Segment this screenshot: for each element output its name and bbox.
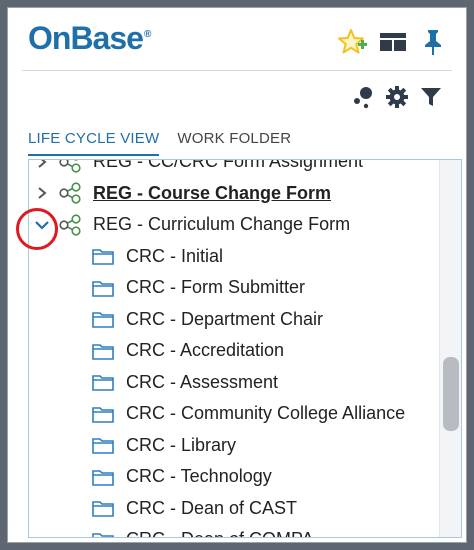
tree-row-queue[interactable]: CRC - Form Submitter xyxy=(29,272,437,304)
onbase-panel: OnBase® LIFE CYCLE VIEW WORK FOLDER REG … xyxy=(7,7,467,543)
tab-life-cycle-view[interactable]: LIFE CYCLE VIEW xyxy=(28,124,160,156)
tree-row-queue[interactable]: CRC - Library xyxy=(29,430,437,462)
header-icon-group xyxy=(338,28,448,56)
tree-row-queue[interactable]: CRC - Technology xyxy=(29,461,437,493)
folder-icon xyxy=(91,246,115,266)
tree-row-lifecycle[interactable]: REG - Curriculum Change Form xyxy=(29,209,437,241)
tab-work-folder[interactable]: WORK FOLDER xyxy=(177,124,291,156)
tree-row-label: CRC - Assessment xyxy=(126,371,279,392)
chevron-right-icon[interactable] xyxy=(31,182,53,204)
header-divider xyxy=(22,70,452,71)
folder-icon xyxy=(91,530,115,537)
workflow-icon xyxy=(57,214,83,236)
tree-content: REG - CC/CRC Form Assignment REG - Cours… xyxy=(29,159,437,537)
tree-row-label: REG - CC/CRC Form Assignment xyxy=(93,159,364,172)
chevron-right-icon[interactable] xyxy=(31,160,53,173)
tree-row-label: CRC - Library xyxy=(126,434,237,455)
star-add-icon[interactable] xyxy=(338,28,368,56)
tree-row-queue[interactable]: CRC - Department Chair xyxy=(29,304,437,336)
folder-icon xyxy=(91,341,115,361)
tree-row-label: CRC - Technology xyxy=(126,466,272,487)
onbase-logo: OnBase® xyxy=(28,20,151,56)
tree-row-queue[interactable]: CRC - Dean of CAST xyxy=(29,493,437,525)
queue-list: CRC - Initial CRC - Form Submitter CRC - D… xyxy=(29,241,437,537)
folder-icon xyxy=(91,404,115,424)
tree-row-queue[interactable]: CRC - Dean of COMPA xyxy=(29,524,437,537)
gear-icon[interactable] xyxy=(384,84,410,110)
tree-row-queue[interactable]: CRC - Assessment xyxy=(29,367,437,399)
workflow-actions-icon[interactable] xyxy=(350,84,376,110)
scrollbar-thumb[interactable] xyxy=(443,357,459,431)
workflow-icon xyxy=(57,160,83,173)
folder-icon xyxy=(91,498,115,518)
folder-icon xyxy=(91,467,115,487)
layout-icon[interactable] xyxy=(378,28,408,56)
filter-icon[interactable] xyxy=(418,84,444,110)
tree-row-queue[interactable]: CRC - Accreditation xyxy=(29,335,437,367)
folder-icon xyxy=(91,278,115,298)
tree-scrollbar[interactable] xyxy=(439,160,461,537)
window-frame: OnBase® LIFE CYCLE VIEW WORK FOLDER REG … xyxy=(0,0,474,550)
tree-row-label: CRC - Dean of CAST xyxy=(126,497,298,518)
view-tabs: LIFE CYCLE VIEW WORK FOLDER xyxy=(28,124,291,156)
tree-row-label: CRC - Initial xyxy=(126,245,224,266)
tree-row-label: CRC - Accreditation xyxy=(126,340,285,361)
pin-icon[interactable] xyxy=(418,28,448,56)
tree-row-queue[interactable]: CRC - Initial xyxy=(29,241,437,273)
folder-icon xyxy=(91,372,115,392)
tree-toolbar xyxy=(350,84,444,110)
tree-row-label: CRC - Community College Alliance xyxy=(126,403,406,424)
tree-row-label: CRC - Dean of COMPA xyxy=(126,529,314,537)
workflow-icon xyxy=(57,182,83,204)
tree-row-lifecycle[interactable]: REG - CC/CRC Form Assignment xyxy=(29,159,437,178)
tree-row-label: CRC - Form Submitter xyxy=(126,277,306,298)
tree-row-label: CRC - Department Chair xyxy=(126,308,324,329)
tree-row-label: REG - Course Change Form xyxy=(93,182,332,203)
panel-header: OnBase® xyxy=(8,8,466,68)
lifecycle-tree: REG - CC/CRC Form Assignment REG - Cours… xyxy=(28,159,462,538)
tree-row-queue[interactable]: CRC - Community College Alliance xyxy=(29,398,437,430)
folder-icon xyxy=(91,435,115,455)
tree-row-lifecycle[interactable]: REG - Course Change Form xyxy=(29,178,437,210)
chevron-down-icon[interactable] xyxy=(31,214,53,236)
folder-icon xyxy=(91,309,115,329)
tree-row-label: REG - Curriculum Change Form xyxy=(93,214,351,235)
